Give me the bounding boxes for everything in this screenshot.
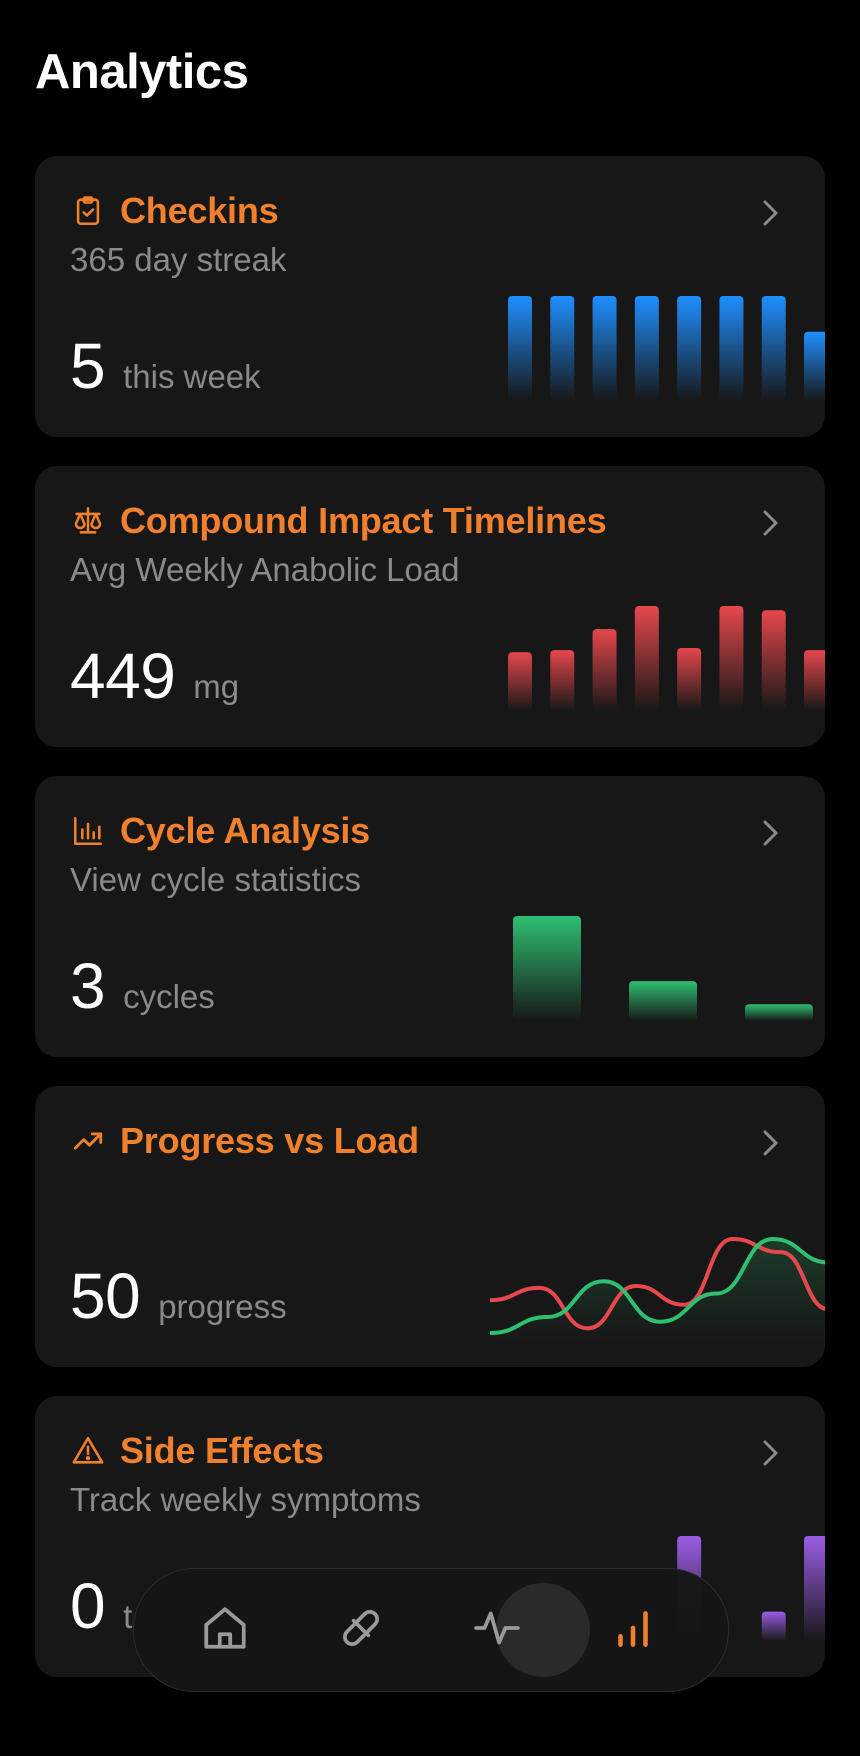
bottom-nav-bar [133, 1568, 729, 1692]
chart-bar [550, 650, 575, 711]
home-icon [200, 1603, 250, 1658]
compound-impact-chart [508, 606, 825, 711]
metric-unit: t [123, 1598, 133, 1635]
chart-bar [804, 331, 825, 401]
chart-bar [761, 1611, 786, 1641]
chart-bar [761, 296, 786, 401]
chevron-right-icon [763, 820, 778, 846]
metric-unit: cycles [123, 978, 215, 1015]
metric-value: 3 [70, 950, 106, 1022]
metric-unit: this week [123, 358, 261, 395]
card-subtitle: Track weekly symptoms [70, 1481, 421, 1518]
bar-chart-icon [70, 813, 106, 849]
nav-compounds[interactable] [319, 1588, 403, 1672]
card-title: Checkins [120, 190, 279, 231]
metric-value: 0 [70, 1570, 106, 1642]
chart-bar [508, 652, 532, 711]
warning-triangle-icon [70, 1433, 106, 1469]
card-progress-vs-load[interactable]: Progress vs Load 50 progress [35, 1086, 825, 1367]
signal-bars-icon [608, 1603, 658, 1658]
chevron-right-icon [763, 1440, 778, 1466]
card-cycle-analysis[interactable]: Cycle Analysis View cycle statistics 3 c… [35, 776, 825, 1057]
card-subtitle: View cycle statistics [70, 861, 361, 898]
chevron-right-icon [763, 200, 778, 226]
card-title: Progress vs Load [120, 1120, 419, 1161]
pulse-icon [472, 1603, 522, 1658]
card-subtitle: 365 day streak [70, 241, 287, 278]
pill-icon [336, 1603, 386, 1658]
card-subtitle: Avg Weekly Anabolic Load [70, 551, 460, 588]
chart-bar [634, 296, 659, 401]
page-title: Analytics [35, 45, 249, 99]
card-title: Cycle Analysis [120, 810, 371, 851]
metric-unit: mg [193, 668, 240, 705]
chart-bar [592, 296, 617, 401]
clipboard-check-icon [70, 193, 106, 229]
progress-vs-load-chart [490, 1236, 825, 1341]
card-checkins[interactable]: Checkins 365 day streak 5 this week [35, 156, 825, 437]
chevron-right-icon [763, 1130, 778, 1156]
chart-bar [634, 606, 659, 711]
metric-value: 449 [70, 640, 176, 712]
chart-bar [804, 1536, 825, 1641]
nav-analytics[interactable] [591, 1588, 675, 1672]
chart-bar [761, 610, 786, 711]
checkins-chart [508, 296, 825, 401]
chart-bar [745, 1004, 813, 1021]
chart-bar [550, 296, 575, 401]
chart-bar [513, 916, 581, 1021]
chart-area-fill [491, 1239, 825, 1341]
chart-bar [592, 629, 617, 711]
chart-bar [677, 296, 702, 401]
chart-bar [719, 606, 744, 711]
card-title: Side Effects [120, 1430, 324, 1471]
chart-bar [629, 981, 697, 1021]
nav-home[interactable] [183, 1588, 267, 1672]
metric-unit: progress [158, 1288, 287, 1325]
card-compound-impact[interactable]: Compound Impact Timelines Avg Weekly Ana… [35, 466, 825, 747]
chart-bar [508, 296, 532, 401]
card-title: Compound Impact Timelines [120, 500, 607, 541]
metric-value: 50 [70, 1260, 141, 1332]
metric-value: 5 [70, 330, 106, 402]
nav-activity[interactable] [455, 1588, 539, 1672]
scale-icon [70, 503, 106, 539]
trending-up-icon [70, 1123, 106, 1159]
chart-bar [719, 296, 744, 401]
chart-bar [804, 650, 825, 711]
chart-bar [677, 648, 702, 711]
chevron-right-icon [763, 510, 778, 536]
cycle-analysis-chart [513, 916, 813, 1021]
